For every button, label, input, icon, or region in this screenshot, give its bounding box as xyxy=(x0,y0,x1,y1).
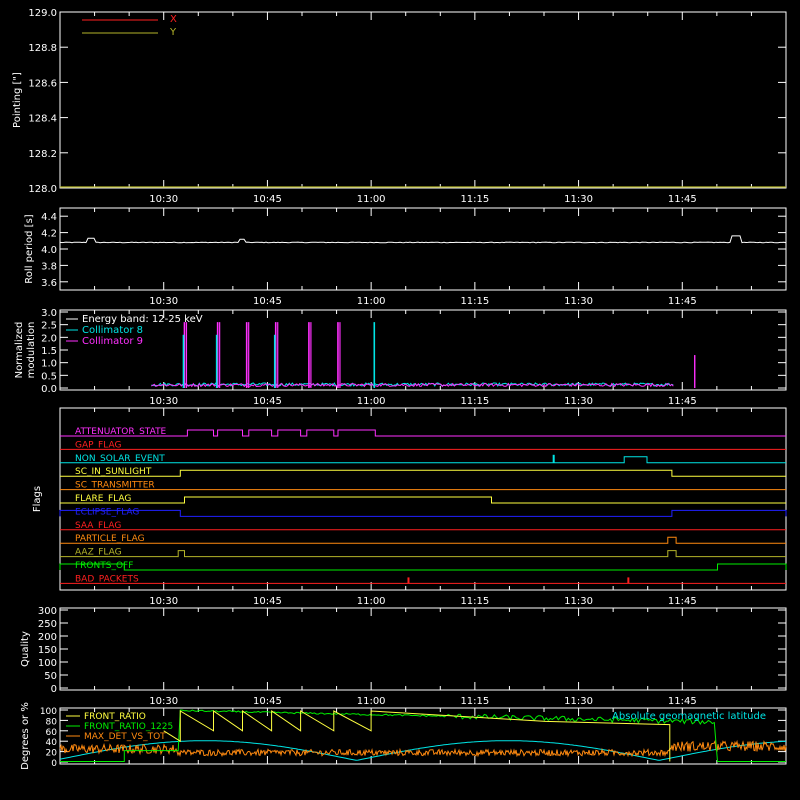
y-tick-label: 0.5 xyxy=(41,371,57,382)
flag-label: BAD_PACKETS xyxy=(75,574,139,584)
x-tick-label: 10:30 xyxy=(149,194,178,205)
flags-ylabel: Flags xyxy=(32,486,43,512)
flag-label: ECLIPSE_FLAG xyxy=(75,507,139,517)
y-tick-label: 128.2 xyxy=(28,149,57,160)
x-tick-label: 11:00 xyxy=(357,696,386,707)
y-tick-label: 2.0 xyxy=(41,333,57,344)
modulation-legend-label: Collimator 8 xyxy=(82,325,143,336)
y-tick-label: 3.8 xyxy=(41,261,57,272)
x-tick-label: 11:15 xyxy=(460,396,489,407)
x-tick-label: 11:00 xyxy=(357,396,386,407)
y-tick-label: 0 xyxy=(51,759,57,769)
y-tick-label: 128.0 xyxy=(28,184,57,195)
y-tick-label: 129.0 xyxy=(28,8,57,19)
y-tick-label: 4.4 xyxy=(41,212,57,223)
y-tick-label: 60 xyxy=(46,728,58,738)
y-tick-label: 3.6 xyxy=(41,278,57,289)
quality-ylabel: Quality xyxy=(20,631,31,667)
y-tick-label: 3.0 xyxy=(41,308,57,319)
flag-label: AAZ_FLAG xyxy=(75,548,122,558)
y-tick-label: 100 xyxy=(40,707,57,717)
y-tick-label: 128.4 xyxy=(28,114,57,125)
geomagnetic-annotation: Absolute geomagnetic latitude xyxy=(612,711,766,722)
x-tick-label: 11:45 xyxy=(668,596,697,607)
x-tick-label: 11:00 xyxy=(357,296,386,307)
y-tick-label: 4.2 xyxy=(41,229,57,240)
y-tick-label: 250 xyxy=(38,619,57,630)
y-tick-label: 1.0 xyxy=(41,359,57,370)
rhessi-qlook-chart: Pointing ["] 129.0 128.8 128.6 128.4 128.2 12… xyxy=(0,0,800,800)
x-tick-label: 11:00 xyxy=(357,596,386,607)
y-tick-label: 2.5 xyxy=(41,321,57,332)
modulation-legend-label: Collimator 9 xyxy=(82,336,143,347)
x-tick-label: 11:45 xyxy=(668,396,697,407)
modulation-ylabel-2: modulation xyxy=(26,322,37,379)
y-tick-label: 4.0 xyxy=(41,245,57,256)
y-tick-label: 80 xyxy=(46,717,58,727)
flag-label: NON_SOLAR_EVENT xyxy=(75,454,165,464)
y-tick-label: 100 xyxy=(38,658,57,669)
x-tick-label: 11:15 xyxy=(460,194,489,205)
x-tick-label: 11:15 xyxy=(460,596,489,607)
y-tick-label: 1.5 xyxy=(41,346,57,357)
flag-label: SC_IN_SUNLIGHT xyxy=(75,467,152,477)
flag-label: FLARE_FLAG xyxy=(75,494,131,504)
ratios-legend-label: FRONT_RATIO xyxy=(84,712,146,722)
flag-label: ATTENUATOR_STATE xyxy=(75,427,167,437)
x-tick-label: 11:45 xyxy=(668,696,697,707)
x-tick-label: 11:45 xyxy=(668,194,697,205)
x-tick-label: 11:15 xyxy=(460,696,489,707)
x-tick-label: 11:30 xyxy=(564,296,593,307)
x-tick-label: 10:45 xyxy=(253,194,282,205)
flag-label: SAA_FLAG xyxy=(75,521,121,531)
x-tick-label: 11:30 xyxy=(564,194,593,205)
y-tick-label: 300 xyxy=(38,606,57,617)
y-tick-label: 0 xyxy=(51,684,57,695)
y-tick-label: 128.6 xyxy=(28,78,57,89)
x-tick-label: 11:45 xyxy=(668,296,697,307)
flag-label: FRONTS_OFF xyxy=(75,561,133,571)
ratios-legend-label: MAX_DET_VS_TOT xyxy=(84,732,166,742)
ratios-legend-label: FRONT_RATIO_1225 xyxy=(84,722,173,732)
x-tick-label: 10:30 xyxy=(149,396,178,407)
pointing-ylabel: Pointing ["] xyxy=(12,72,23,128)
x-tick-label: 10:30 xyxy=(149,596,178,607)
flag-label: PARTICLE_FLAG xyxy=(75,534,145,544)
x-tick-label: 11:30 xyxy=(564,696,593,707)
x-tick-label: 10:45 xyxy=(253,396,282,407)
x-tick-label: 11:30 xyxy=(564,396,593,407)
y-tick-label: 128.8 xyxy=(28,43,57,54)
flag-label: GAP_FLAG xyxy=(75,440,121,450)
legend-y-label: Y xyxy=(169,27,177,38)
y-tick-label: 40 xyxy=(46,738,58,748)
x-tick-label: 11:00 xyxy=(357,194,386,205)
modulation-ylabel-1: Normalized xyxy=(14,322,25,379)
modulation-legend-label: Energy band: 12-25 keV xyxy=(82,314,203,325)
flag-label: SC_TRANSMITTER xyxy=(75,481,155,491)
y-tick-label: 150 xyxy=(38,645,57,656)
ratios-ylabel: Degrees or % xyxy=(20,702,31,770)
x-tick-label: 10:45 xyxy=(253,596,282,607)
legend-x-label: X xyxy=(170,14,177,25)
roll-ylabel: Roll period [s] xyxy=(24,214,35,283)
x-tick-label: 11:15 xyxy=(460,296,489,307)
x-tick-label: 10:30 xyxy=(149,296,178,307)
y-tick-label: 20 xyxy=(46,749,58,759)
y-tick-label: 200 xyxy=(38,632,57,643)
x-tick-label: 10:45 xyxy=(253,296,282,307)
x-tick-label: 11:30 xyxy=(564,596,593,607)
y-tick-label: 50 xyxy=(44,671,57,682)
x-tick-label: 10:45 xyxy=(253,696,282,707)
x-tick-label: 10:30 xyxy=(149,696,178,707)
y-tick-label: 0.0 xyxy=(41,384,57,395)
